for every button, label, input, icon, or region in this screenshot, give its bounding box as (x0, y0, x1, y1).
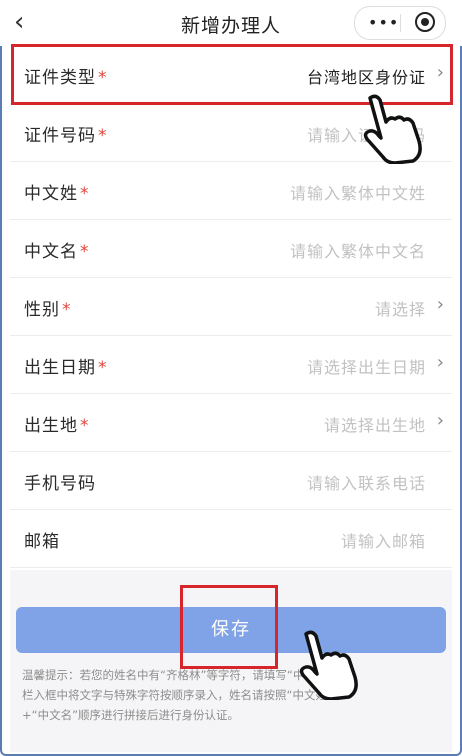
chevron-right-icon: › (436, 294, 444, 315)
field-label: 中文姓 (24, 184, 78, 204)
field-label: 出生地 (24, 416, 78, 436)
capsule-divider (400, 14, 401, 32)
id-type-value: 台湾地区身份证 (306, 68, 426, 87)
field-label: 证件类型 (24, 68, 96, 88)
field-id-type[interactable]: 证件类型 * 台湾地区身份证 › (10, 46, 452, 104)
required-mark: * (80, 184, 90, 204)
field-label: 性别 (24, 300, 60, 320)
chevron-right-icon: › (436, 410, 444, 431)
applicant-form: 证件类型 * 台湾地区身份证 › 证件号码 * 请输入证件号码 中文姓 * 请输入繁体… (10, 46, 452, 568)
gender-select[interactable]: 请选择 (375, 296, 426, 320)
required-mark: * (80, 242, 90, 262)
required-mark: * (62, 300, 72, 320)
required-mark: * (80, 416, 90, 436)
field-birth-date[interactable]: 出生日期 * 请选择出生日期 › (10, 336, 452, 394)
notice-line: +“中文名”顺序进行拼接后进行身份认证。 (22, 708, 240, 722)
field-label: 邮箱 (24, 532, 60, 552)
field-id-number[interactable]: 证件号码 * 请输入证件号码 (10, 104, 452, 162)
close-target-icon[interactable] (415, 12, 435, 32)
mini-program-capsule: ••• (354, 6, 446, 40)
notice-line: 栏入框中将文字与特殊字符按顺序录入，姓名请按照“中文姓” (22, 688, 333, 702)
chevron-right-icon: › (436, 352, 444, 373)
email-input[interactable]: 请输入邮箱 (341, 528, 426, 552)
birth-place-select[interactable]: 请选择出生地 (324, 412, 426, 436)
field-gender[interactable]: 性别 * 请选择 › (10, 278, 452, 336)
surname-input[interactable]: 请输入繁体中文姓 (290, 180, 426, 204)
field-label: 中文名 (24, 242, 78, 262)
field-phone[interactable]: 手机号码 请输入联系电话 (10, 452, 452, 510)
chevron-right-icon: › (436, 62, 444, 83)
field-birth-place[interactable]: 出生地 * 请选择出生地 › (10, 394, 452, 452)
notice-line: 温馨提示：若您的姓名中有“齐格林”等字符，请填写“中文名” (22, 668, 334, 682)
field-label: 证件号码 (24, 126, 96, 146)
required-mark: * (98, 68, 108, 88)
field-given-name[interactable]: 中文名 * 请输入繁体中文名 (10, 220, 452, 278)
birth-date-select[interactable]: 请选择出生日期 (307, 354, 426, 378)
required-mark: * (98, 126, 108, 146)
save-button[interactable]: 保存 (16, 607, 446, 653)
field-label: 出生日期 (24, 358, 96, 378)
given-name-input[interactable]: 请输入繁体中文名 (290, 238, 426, 262)
field-label: 手机号码 (24, 474, 96, 494)
more-icon[interactable]: ••• (368, 13, 399, 32)
id-number-input[interactable]: 请输入证件号码 (307, 122, 426, 146)
notice-text: 温馨提示：若您的姓名中有“齐格林”等字符，请填写“中文名” 栏入框中将文字与特殊… (22, 665, 440, 725)
field-surname[interactable]: 中文姓 * 请输入繁体中文姓 (10, 162, 452, 220)
field-email[interactable]: 邮箱 请输入邮箱 (10, 510, 452, 568)
phone-input[interactable]: 请输入联系电话 (307, 470, 426, 494)
required-mark: * (98, 358, 108, 378)
nav-header: ‹ 新增办理人 ••• (0, 0, 462, 46)
